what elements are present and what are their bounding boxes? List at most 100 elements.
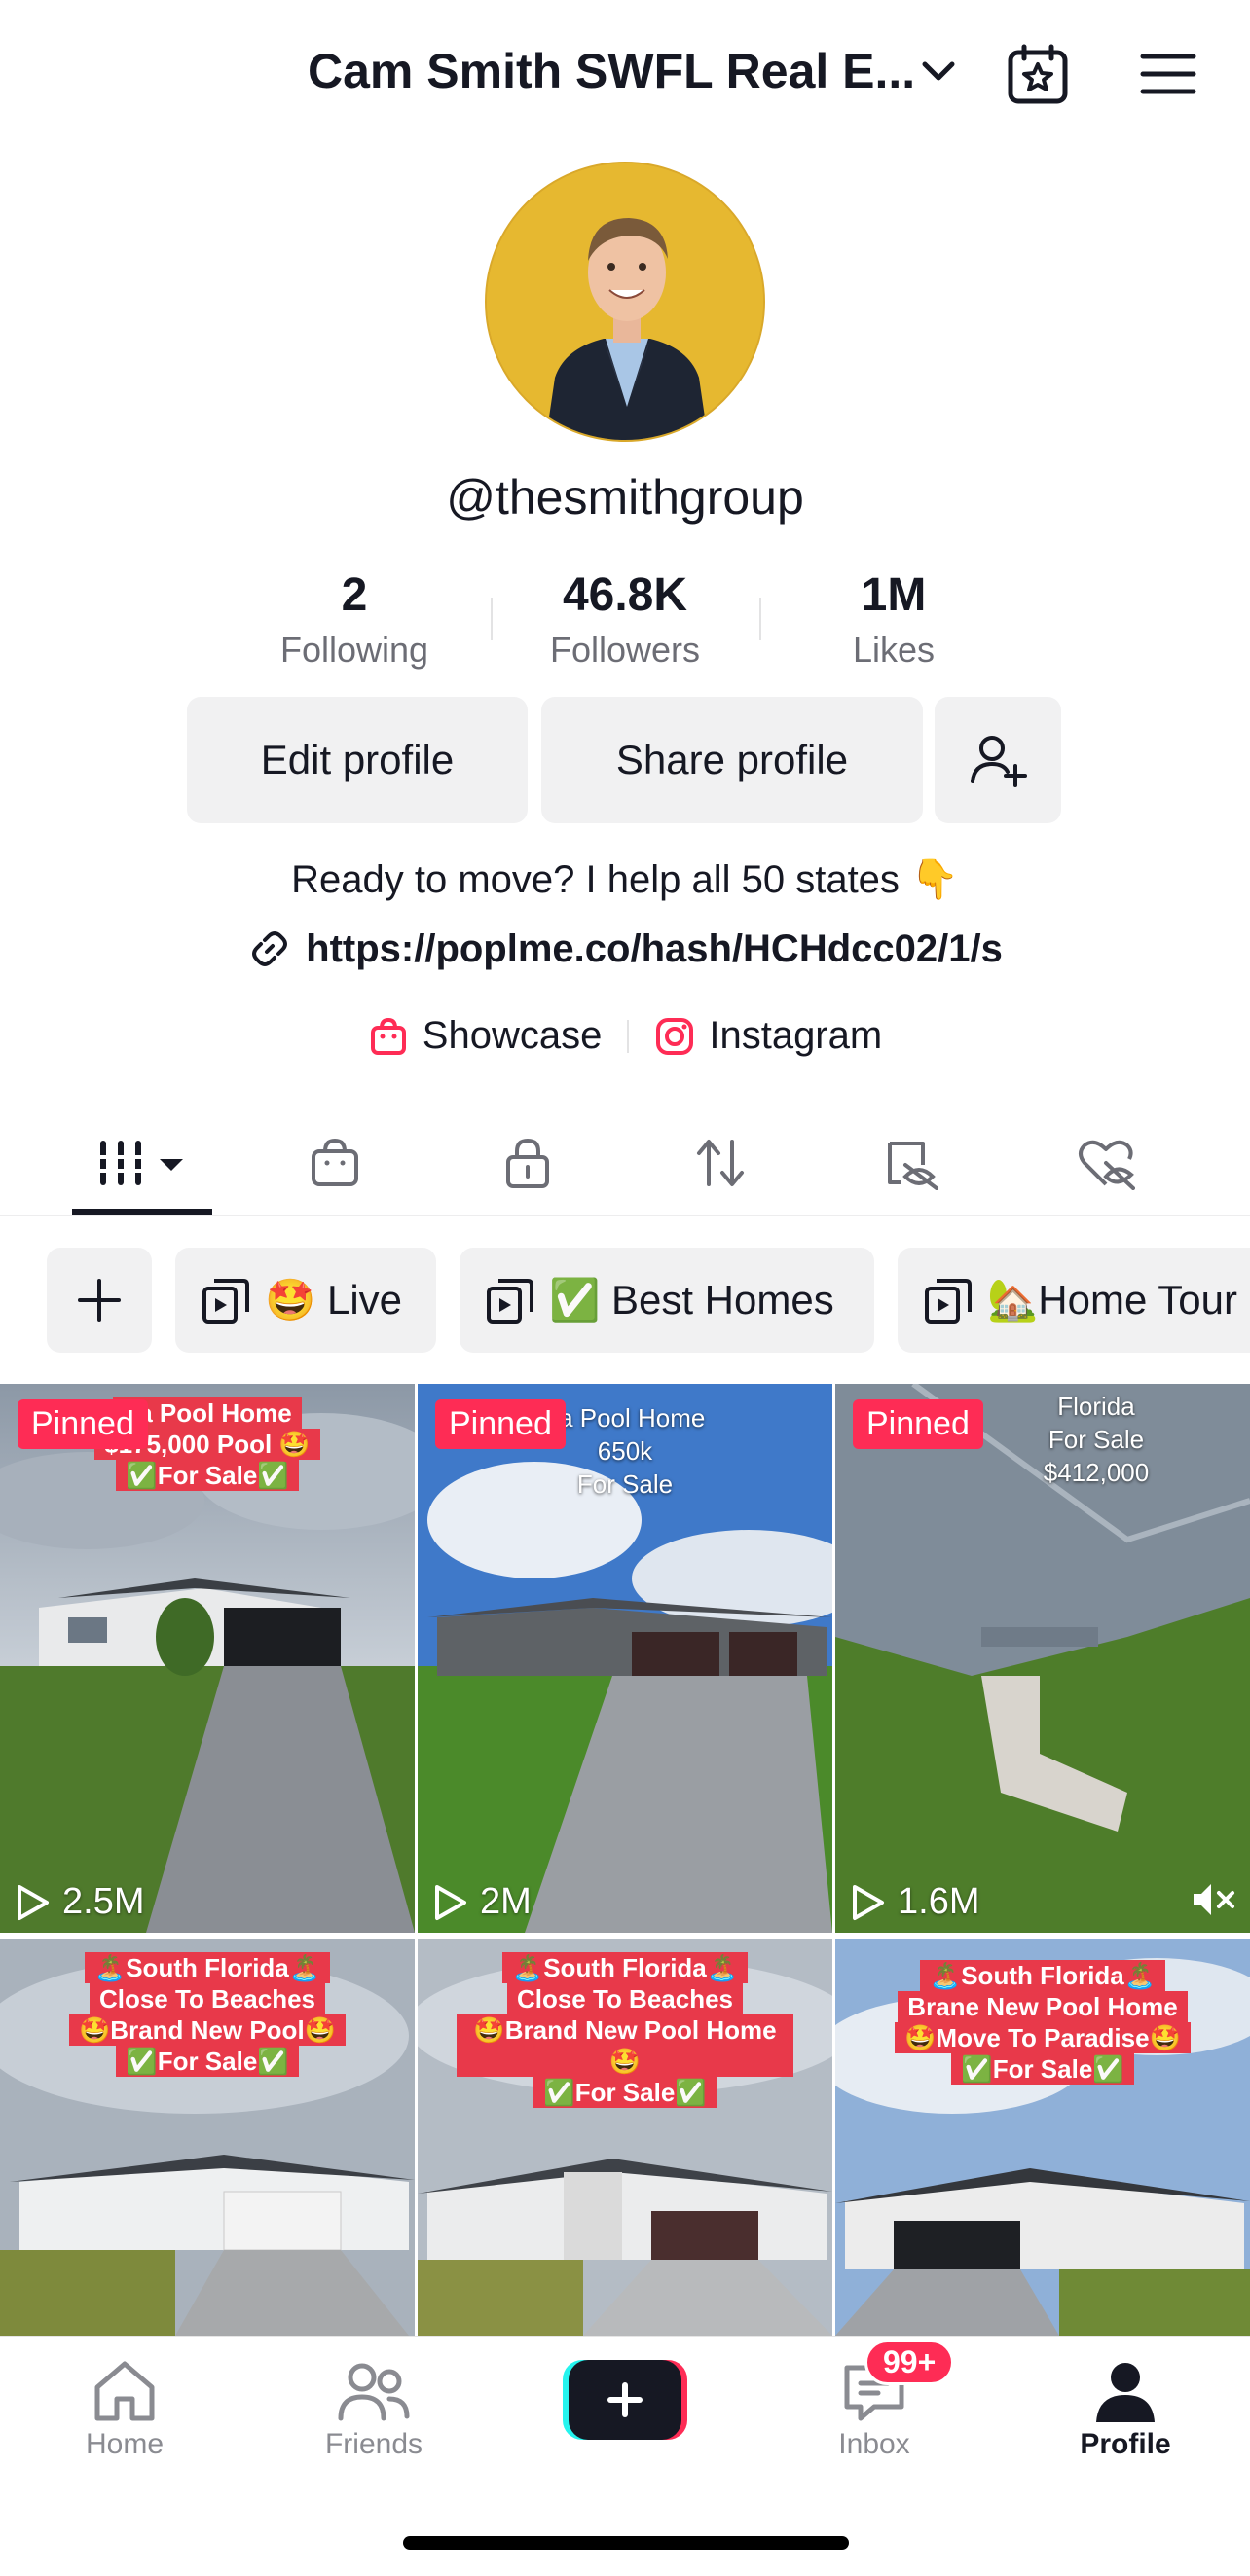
pinned-badge: Pinned (435, 1399, 566, 1449)
video-thumbnail[interactable]: Pinned da Pool Home 650k For Sale 2M (418, 1384, 832, 1933)
stat-followers[interactable]: 46.8K Followers (508, 568, 742, 673)
showcase-link[interactable]: Showcase (368, 1014, 602, 1058)
instagram-link[interactable]: Instagram (654, 1014, 882, 1058)
caption-line: 🏝️South Florida🏝️ (84, 1952, 331, 1983)
tab-shop[interactable] (267, 1109, 403, 1216)
mute-icon[interactable] (1190, 1880, 1236, 1919)
heart-slash-icon (1079, 1140, 1135, 1190)
tab-liked[interactable] (1038, 1109, 1174, 1216)
caption-line: For Sale (1048, 1425, 1145, 1454)
tab-videos[interactable] (74, 1109, 210, 1216)
caption-line: 🏝️South Florida🏝️ (501, 1952, 749, 1983)
stat-label: Likes (852, 630, 936, 670)
nav-label: Profile (1080, 2428, 1171, 2460)
view-count-text: 2M (480, 1881, 532, 1922)
tab-favorites[interactable] (845, 1109, 981, 1216)
grid-icon (97, 1141, 183, 1185)
header: Cam Smith SWFL Real E... (0, 0, 1250, 146)
add-person-icon (971, 736, 1027, 787)
account-name[interactable]: Cam Smith SWFL Real E... (308, 43, 915, 99)
calendar-star-icon[interactable] (1007, 43, 1069, 105)
view-count: 2M (433, 1881, 532, 1923)
playlist-chip[interactable]: 🏡Home Tour (898, 1248, 1250, 1353)
view-count: 2.5M (16, 1881, 144, 1923)
bag-icon (312, 1138, 358, 1186)
play-icon (435, 1884, 466, 1920)
nav-label: Home (85, 2428, 165, 2460)
stat-label: Followers (549, 630, 701, 670)
playlist-icon (487, 1279, 533, 1324)
add-friend-button[interactable] (935, 697, 1061, 823)
avatar[interactable] (485, 162, 765, 442)
view-count: 1.6M (851, 1881, 979, 1923)
video-thumbnail[interactable]: 🏝️South Florida🏝️ Brane New Pool Home 🤩M… (835, 1939, 1250, 2336)
chevron-down-icon[interactable] (919, 56, 958, 86)
caption-line: For Sale (576, 1469, 674, 1499)
friends-icon (338, 2363, 410, 2421)
video-caption: 🏝️South Florida🏝️ Close To Beaches 🤩Bran… (39, 1952, 376, 2077)
playlist-icon (202, 1279, 249, 1324)
shop-bag-icon (370, 1017, 406, 1055)
stat-following[interactable]: 2 Following (238, 568, 471, 673)
edit-profile-button[interactable]: Edit profile (187, 697, 528, 823)
share-profile-button[interactable]: Share profile (541, 697, 923, 823)
stat-value: 46.8K (562, 569, 688, 621)
instagram-icon (656, 1017, 694, 1055)
divider (491, 598, 493, 640)
inbox-badge: 99+ (864, 2340, 955, 2385)
link-icon (252, 931, 288, 966)
caption-line: ✅For Sale✅ (951, 2053, 1134, 2085)
caption-line: Close To Beaches (89, 1983, 326, 2014)
caption-line: $412,000 (1043, 1458, 1150, 1487)
caption-line: 🏝️South Florida🏝️ (919, 1960, 1166, 1991)
repost-icon (697, 1140, 744, 1186)
video-thumbnail[interactable]: Pinned da Pool Home $175,000 Pool 🤩 ✅For… (0, 1384, 415, 1933)
divider (759, 598, 761, 640)
playlist-row: 🤩 Live ✅ Best Homes 🏡Home Tour (0, 1248, 1250, 1353)
play-icon (18, 1884, 49, 1920)
view-count-text: 1.6M (898, 1881, 980, 1922)
caption-line: 🤩Brand New Pool🤩 (68, 2014, 347, 2046)
nav-home[interactable]: Home (47, 2354, 202, 2461)
profile-icon (1096, 2363, 1155, 2422)
video-grid: Pinned da Pool Home $175,000 Pool 🤩 ✅For… (0, 1384, 1250, 2336)
video-thumbnail[interactable]: Pinned Florida For Sale $412,000 1.6M (835, 1384, 1250, 1933)
nav-label: Inbox (838, 2428, 910, 2460)
playlist-label: 🤩 Live (265, 1276, 403, 1323)
stat-label: Following (279, 630, 429, 670)
play-icon (853, 1884, 884, 1920)
bio: Ready to move? I help all 50 states 👇 (291, 858, 959, 901)
tab-reposts[interactable] (652, 1109, 789, 1216)
playlist-icon (925, 1279, 972, 1324)
playlist-label: 🏡Home Tour (987, 1276, 1237, 1323)
menu-icon[interactable] (1139, 51, 1197, 97)
home-indicator (403, 2536, 849, 2550)
playlist-chip[interactable]: ✅ Best Homes (460, 1248, 874, 1353)
pinned-badge: Pinned (18, 1399, 148, 1449)
link-text: https://poplme.co/hash/HCHdcc02/1/s (306, 926, 1003, 970)
nav-friends[interactable]: Friends (296, 2354, 452, 2461)
caption-line: ✅For Sale✅ (533, 2077, 717, 2108)
stat-likes[interactable]: 1M Likes (777, 568, 1011, 673)
add-playlist-button[interactable] (47, 1248, 152, 1353)
caption-line: 🤩Brand New Pool Home🤩 (457, 2014, 793, 2077)
nav-profile[interactable]: Profile (1048, 2354, 1203, 2461)
bio-link[interactable]: https://poplme.co/hash/HCHdcc02/1/s (0, 926, 1250, 971)
create-button[interactable] (563, 2358, 687, 2442)
caption-line: Florida (1057, 1392, 1135, 1421)
eye-slash-icon (888, 1142, 938, 1190)
video-caption: 🏝️South Florida🏝️ Brane New Pool Home 🤩M… (874, 1960, 1211, 2085)
stat-value: 1M (861, 569, 927, 621)
playlist-chip[interactable]: 🤩 Live (175, 1248, 436, 1353)
video-thumbnail[interactable]: 🏝️South Florida🏝️ Close To Beaches 🤩Bran… (418, 1939, 832, 2336)
video-caption: 🏝️South Florida🏝️ Close To Beaches 🤩Bran… (457, 1952, 793, 2108)
video-thumbnail[interactable]: 🏝️South Florida🏝️ Close To Beaches 🤩Bran… (0, 1939, 415, 2336)
playlist-label: ✅ Best Homes (549, 1276, 834, 1323)
home-icon (94, 2361, 155, 2421)
instagram-label: Instagram (709, 1014, 883, 1057)
plus-icon (78, 1279, 121, 1322)
content-tabs (0, 1109, 1250, 1216)
social-links: Showcase Instagram (0, 1014, 1250, 1058)
lock-icon (506, 1138, 549, 1188)
tab-private[interactable] (460, 1109, 596, 1216)
